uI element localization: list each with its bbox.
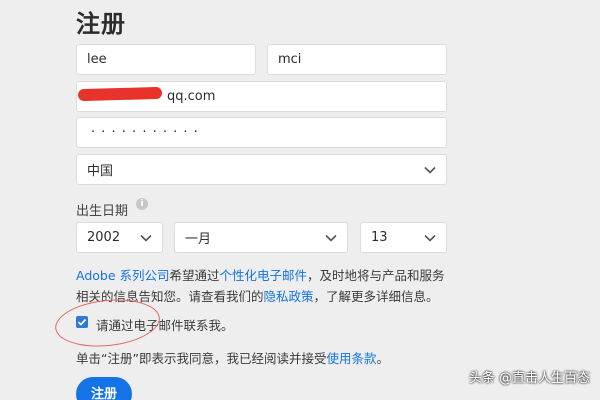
dob-year-select[interactable]: 2002 xyxy=(76,222,163,253)
password-field[interactable]: · · · · · · · · · · · xyxy=(76,117,447,148)
info-icon[interactable]: i xyxy=(136,198,148,210)
terms-of-use-link[interactable]: 使用条款 xyxy=(326,351,376,366)
terms-prefix: 单击“注册”即表示我同意，我已经阅读并接受 xyxy=(76,351,327,366)
dob-label: 出生日期 xyxy=(76,204,129,219)
terms-text: 单击“注册”即表示我同意，我已经阅读并接受使用条款。 xyxy=(76,348,389,367)
personalized-email-link[interactable]: 个性化电子邮件 xyxy=(220,268,308,283)
signup-page: 注册 qq.com · · · · · · · · · · · 中国 出生日期 … xyxy=(0,0,600,400)
chevron-down-icon xyxy=(424,234,436,242)
privacy-policy-link[interactable]: 隐私政策 xyxy=(264,289,314,304)
last-name-input[interactable] xyxy=(278,52,446,67)
chevron-down-icon xyxy=(140,234,152,242)
adobe-companies-link[interactable]: Adobe 系列公司 xyxy=(76,268,170,283)
dob-day-value: 13 xyxy=(371,230,388,245)
dob-month-value: 一月 xyxy=(185,232,212,247)
chevron-down-icon xyxy=(424,166,436,174)
chevron-down-icon xyxy=(325,234,337,242)
country-value: 中国 xyxy=(87,164,114,179)
email-input-value: qq.com xyxy=(167,89,216,104)
country-select[interactable]: 中国 xyxy=(76,154,447,185)
dob-month-select[interactable]: 一月 xyxy=(174,222,348,253)
last-name-field[interactable] xyxy=(267,44,447,75)
terms-suffix: 。 xyxy=(376,351,389,366)
notice-text-3: ，了解更多详细信息。 xyxy=(313,289,439,304)
dob-day-select[interactable]: 13 xyxy=(360,222,447,253)
signup-button[interactable]: 注册 xyxy=(76,377,132,400)
first-name-input[interactable] xyxy=(87,52,255,67)
redaction-mark xyxy=(77,86,163,102)
dob-year-value: 2002 xyxy=(87,230,121,245)
password-masked-value: · · · · · · · · · · · xyxy=(91,125,199,140)
annotation-circle xyxy=(52,294,163,352)
notice-text-1: 希望通过 xyxy=(169,268,220,283)
page-title: 注册 xyxy=(76,10,126,38)
first-name-field[interactable] xyxy=(76,44,256,75)
watermark: 头条 @直击人生百态 xyxy=(468,371,590,386)
